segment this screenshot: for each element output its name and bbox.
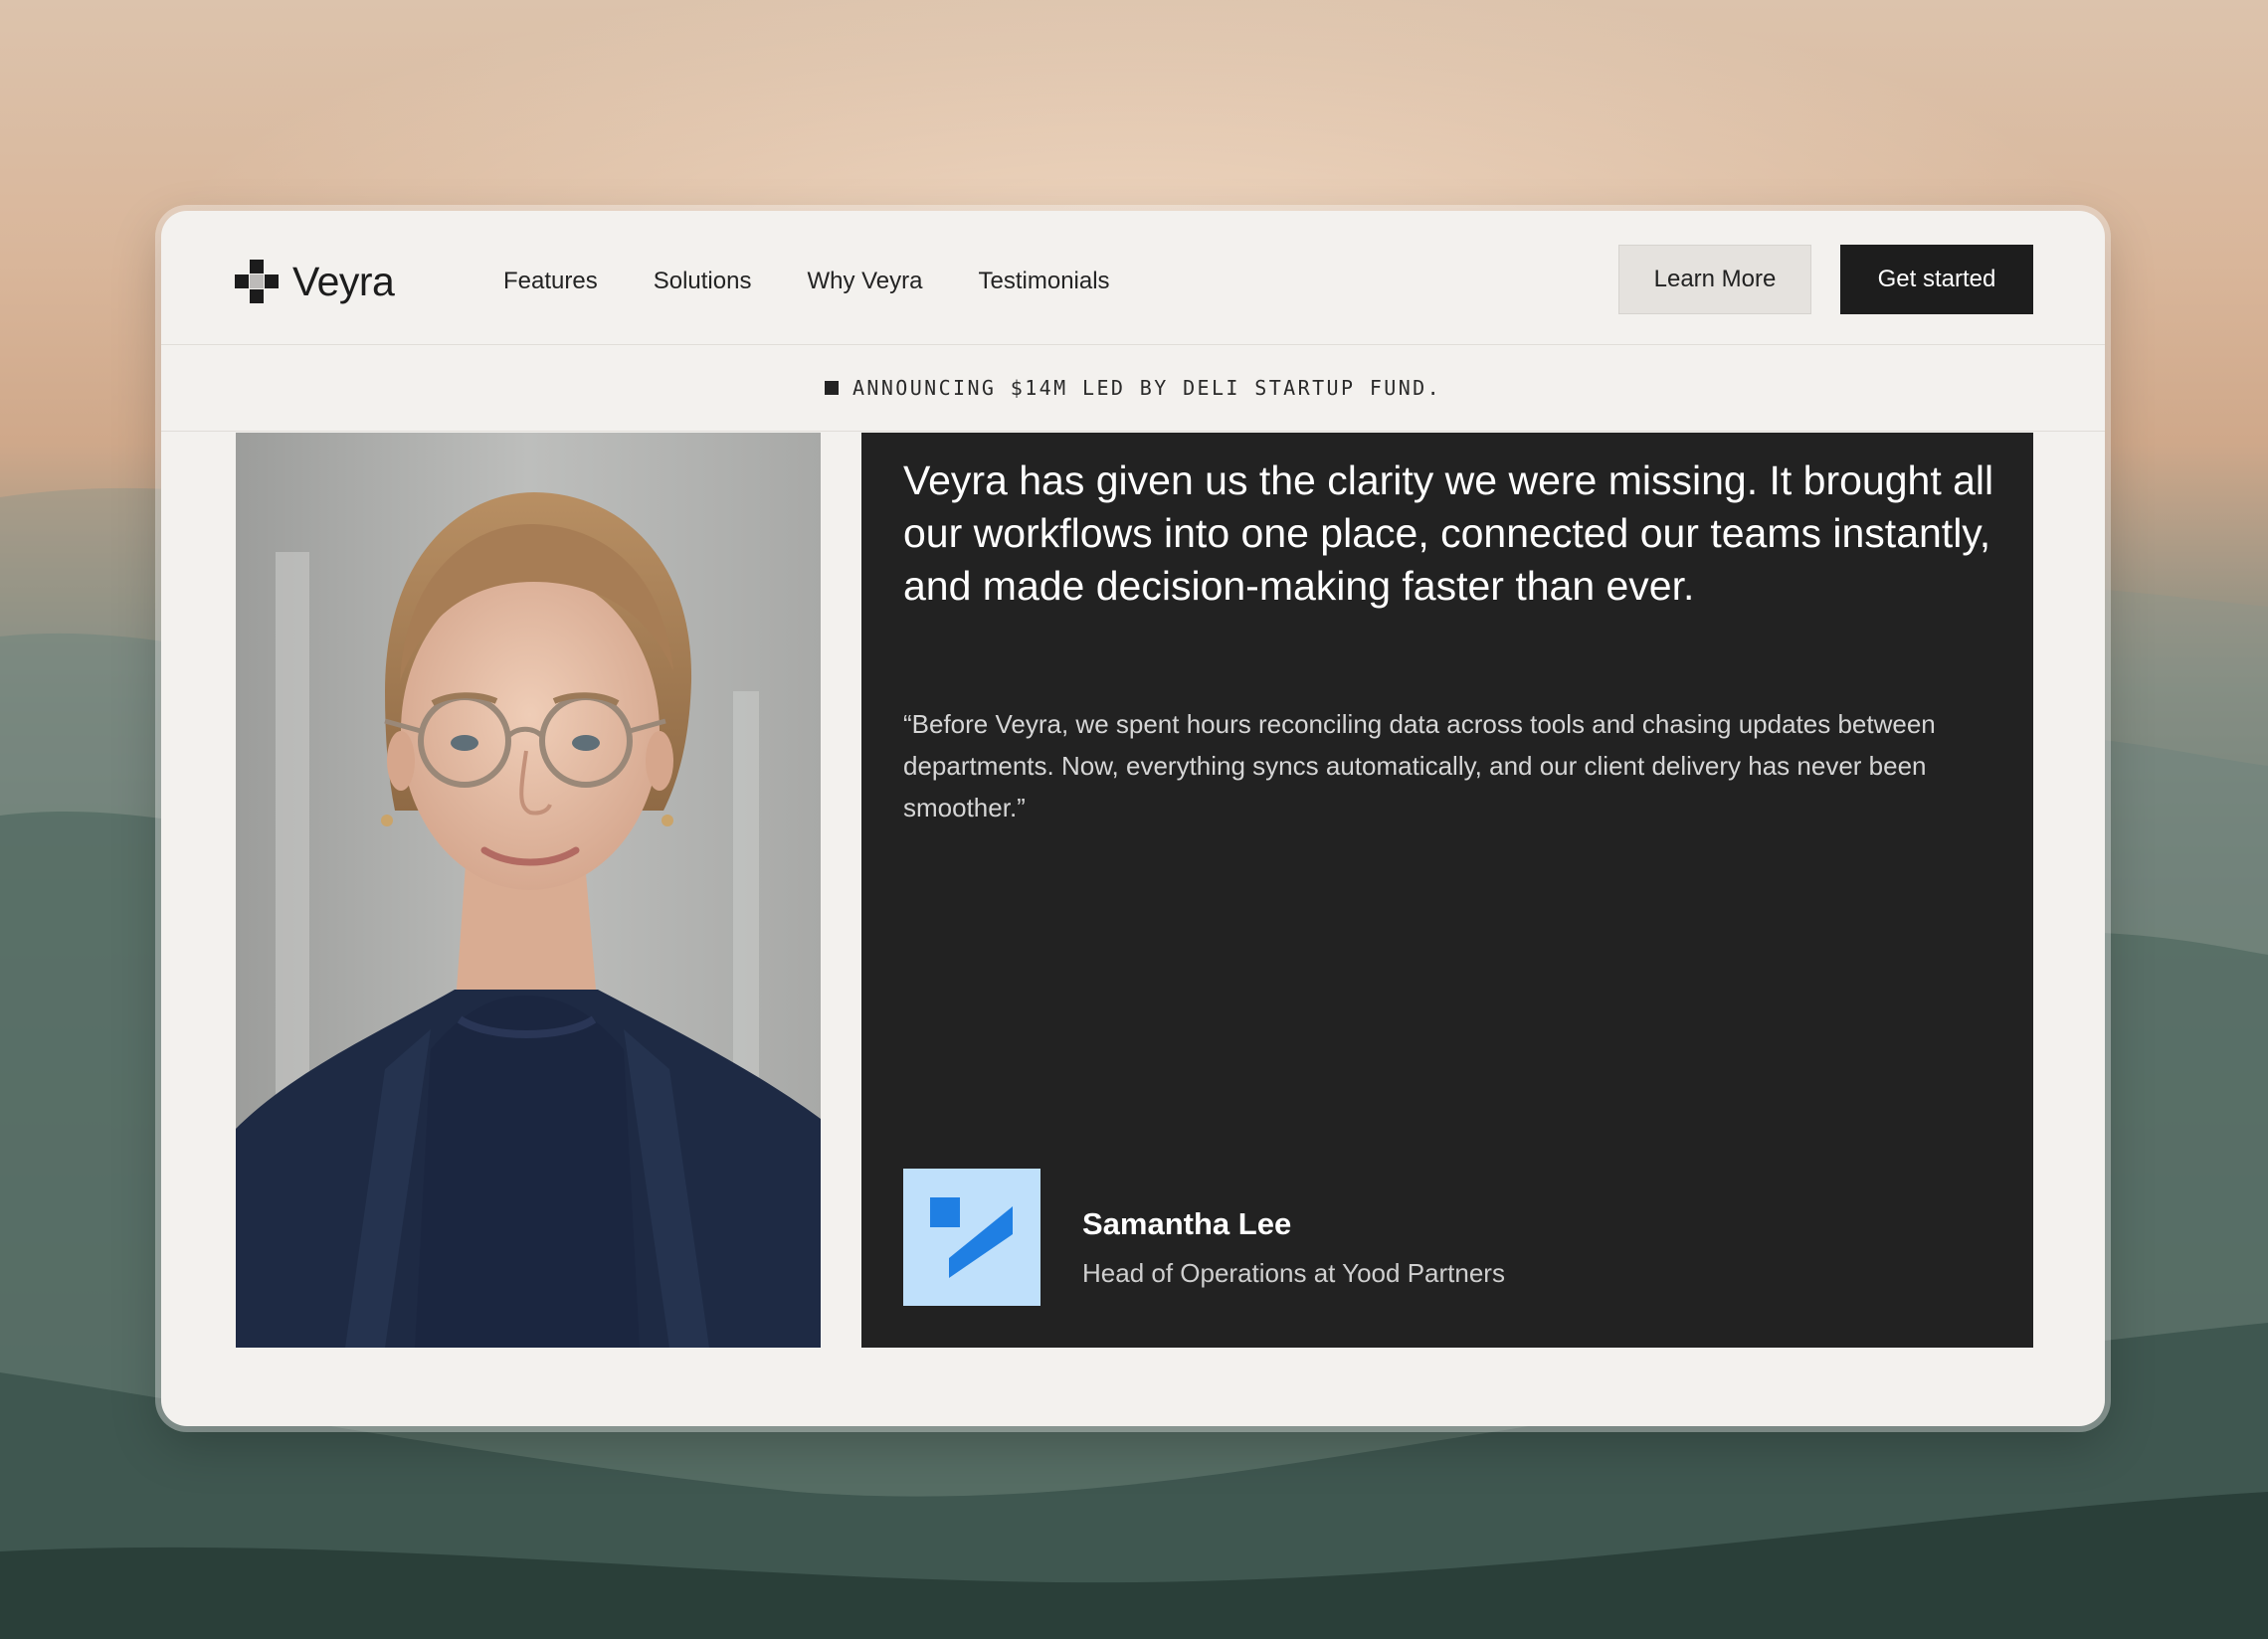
- top-navigation: Veyra Features Solutions Why Veyra Testi…: [161, 211, 2105, 345]
- announcement-bar: ANNOUNCING $14M LED BY DELI STARTUP FUND…: [161, 345, 2105, 432]
- learn-more-button[interactable]: Learn More: [1618, 245, 1811, 314]
- brand-name: Veyra: [292, 258, 395, 304]
- nav-link-solutions[interactable]: Solutions: [654, 268, 752, 295]
- square-bullet-icon: [824, 381, 839, 395]
- author-title: Head of Operations at Yood Partners: [1082, 1258, 1505, 1288]
- get-started-button[interactable]: Get started: [1840, 245, 2033, 314]
- testimonial-quote: “Before Veyra, we spent hours reconcilin…: [903, 709, 1936, 822]
- nav-link-testimonials[interactable]: Testimonials: [979, 268, 1110, 295]
- yood-partners-logo-icon: [903, 1169, 1040, 1306]
- nav-links: Features Solutions Why Veyra Testimonial…: [503, 265, 1166, 298]
- testimonial-portrait: [236, 433, 821, 1348]
- plus-cross-icon: [235, 260, 279, 303]
- company-logo-mark: [930, 1197, 1013, 1278]
- background-scene: Veyra Features Solutions Why Veyra Testi…: [0, 0, 2268, 1639]
- author-name: Samantha Lee: [1082, 1206, 1292, 1241]
- announcement-text: ANNOUNCING $14M LED BY DELI STARTUP FUND…: [851, 376, 1442, 400]
- website-card: Veyra Features Solutions Why Veyra Testi…: [161, 211, 2105, 1426]
- testimonial-panel: Veyra has given us the clarity we were m…: [861, 433, 2033, 1348]
- portrait-photo: [236, 433, 821, 1348]
- nav-link-features[interactable]: Features: [503, 268, 598, 295]
- brand-logo[interactable]: Veyra: [235, 258, 395, 304]
- testimonial-headline: Veyra has given us the clarity we were m…: [903, 457, 1994, 609]
- nav-link-why-veyra[interactable]: Why Veyra: [807, 268, 922, 295]
